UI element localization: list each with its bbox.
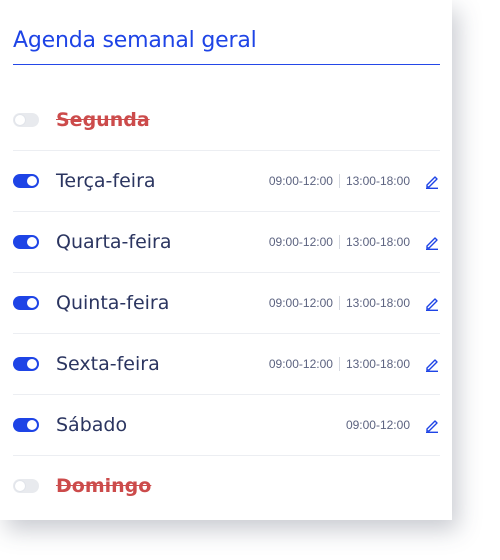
day-row-quinta: Quinta-feira 09:00-12:00 13:00-18:00 [13, 273, 440, 334]
day-label: Domingo [56, 475, 152, 497]
time-slot: 09:00-12:00 [268, 174, 333, 188]
toggle-knob [15, 481, 25, 491]
slot-divider [338, 357, 340, 371]
slot-divider [338, 174, 340, 188]
toggle-knob [27, 420, 37, 430]
pencil-icon[interactable] [424, 295, 440, 311]
day-row-sexta: Sexta-feira 09:00-12:00 13:00-18:00 [13, 334, 440, 395]
time-slots: 09:00-12:00 13:00-18:00 [269, 235, 410, 249]
toggle-knob [27, 359, 37, 369]
slot-divider [338, 235, 340, 249]
time-slot: 09:00-12:00 [345, 418, 410, 432]
day-label: Terça-feira [56, 170, 156, 192]
day-row-quarta: Quarta-feira 09:00-12:00 13:00-18:00 [13, 212, 440, 273]
toggle-knob [15, 115, 25, 125]
time-slot: 13:00-18:00 [345, 296, 410, 310]
time-slots: 09:00-12:00 [346, 418, 410, 432]
toggle-knob [27, 237, 37, 247]
day-toggle[interactable] [13, 113, 39, 127]
day-row-segunda: Segunda [13, 90, 440, 151]
weekly-schedule-card: Agenda semanal geral Segunda Terça-feira… [0, 0, 452, 520]
time-slots: 09:00-12:00 13:00-18:00 [269, 296, 410, 310]
day-row-sabado: Sábado 09:00-12:00 [13, 395, 440, 456]
time-slot: 13:00-18:00 [345, 357, 410, 371]
day-toggle[interactable] [13, 174, 39, 188]
pencil-icon[interactable] [424, 173, 440, 189]
card-title: Agenda semanal geral [13, 28, 257, 53]
day-label: Sábado [56, 414, 128, 436]
time-slot: 09:00-12:00 [268, 357, 333, 371]
day-toggle[interactable] [13, 235, 39, 249]
time-slot: 13:00-18:00 [345, 174, 410, 188]
day-toggle[interactable] [13, 296, 39, 310]
slot-divider [338, 296, 340, 310]
toggle-knob [27, 298, 37, 308]
day-toggle[interactable] [13, 357, 39, 371]
time-slot: 13:00-18:00 [345, 235, 410, 249]
day-label: Segunda [56, 109, 150, 131]
day-toggle[interactable] [13, 418, 39, 432]
time-slot: 09:00-12:00 [268, 296, 333, 310]
pencil-icon[interactable] [424, 417, 440, 433]
day-row-terca: Terça-feira 09:00-12:00 13:00-18:00 [13, 151, 440, 212]
title-divider [13, 64, 440, 65]
day-toggle[interactable] [13, 479, 39, 493]
time-slots: 09:00-12:00 13:00-18:00 [269, 357, 410, 371]
day-row-domingo: Domingo [13, 456, 440, 516]
time-slot: 09:00-12:00 [268, 235, 333, 249]
pencil-icon[interactable] [424, 234, 440, 250]
day-label: Quarta-feira [56, 231, 172, 253]
toggle-knob [27, 176, 37, 186]
day-label: Sexta-feira [56, 353, 160, 375]
pencil-icon[interactable] [424, 356, 440, 372]
day-label: Quinta-feira [56, 292, 170, 314]
time-slots: 09:00-12:00 13:00-18:00 [269, 174, 410, 188]
